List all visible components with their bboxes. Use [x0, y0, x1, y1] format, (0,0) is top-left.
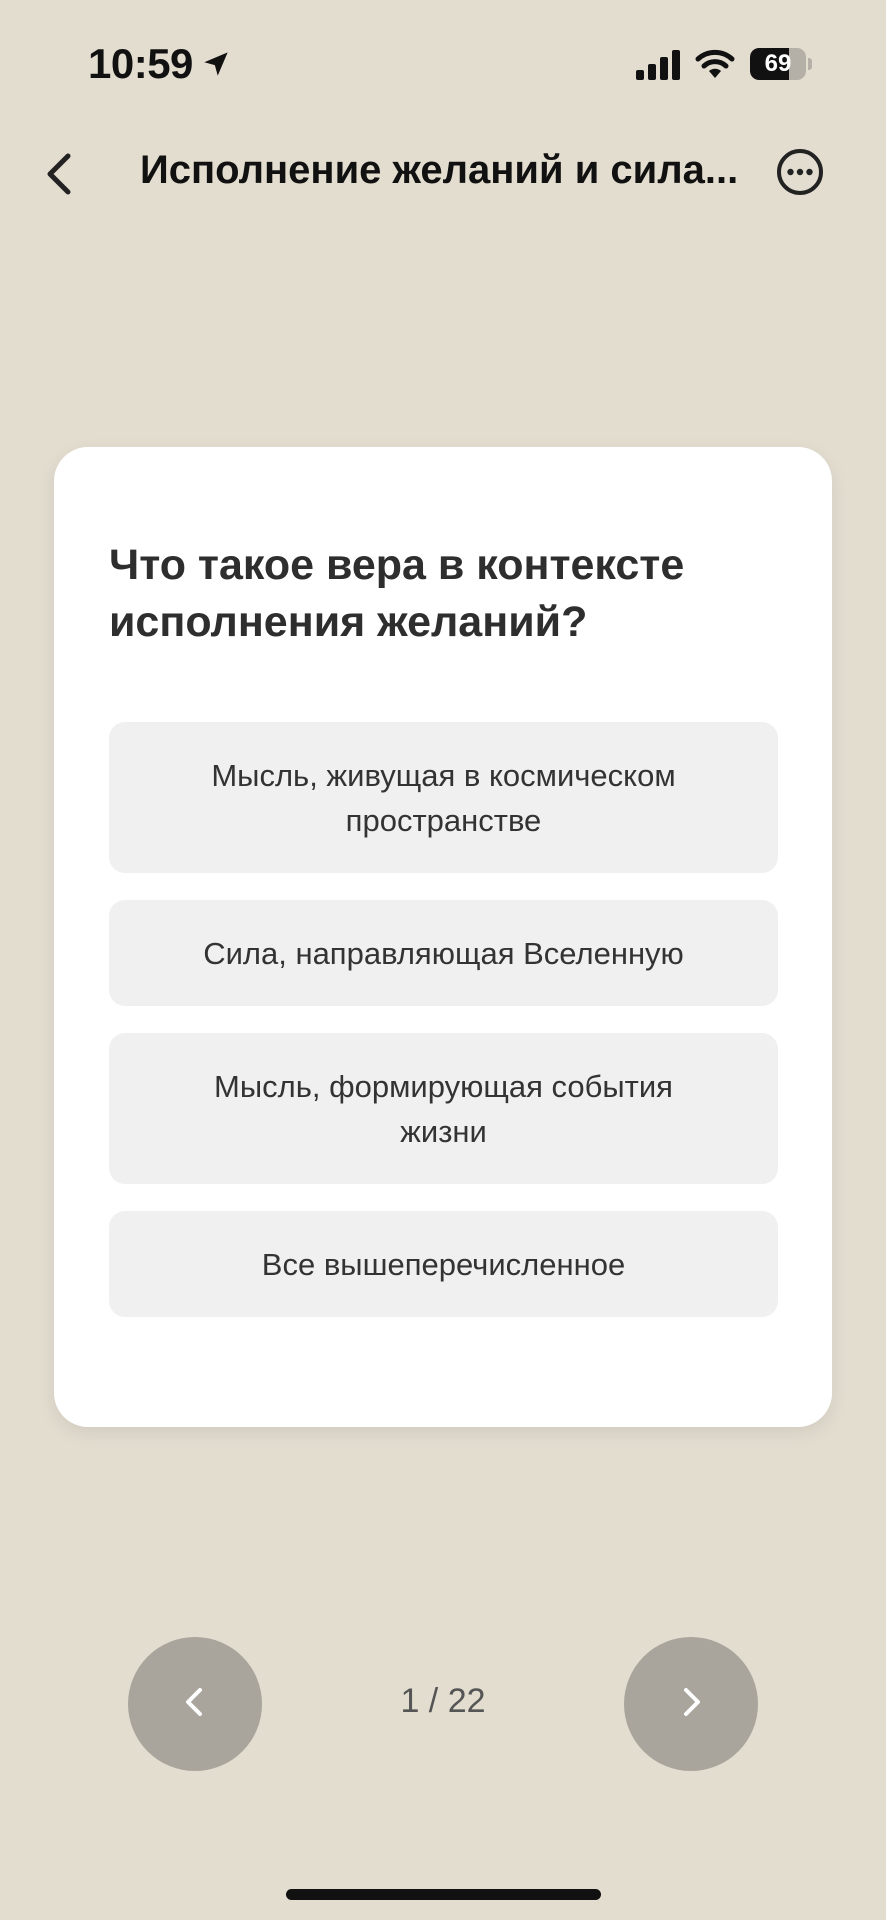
chevron-right-icon — [671, 1682, 711, 1727]
answer-label: Мысль, формирующая события жизни — [214, 1068, 673, 1149]
answer-label: Сила, направляющая Вселенную — [203, 935, 684, 971]
answer-label: Все вышеперечисленное — [261, 1246, 626, 1282]
wifi-icon — [694, 46, 736, 80]
back-button[interactable] — [34, 142, 82, 206]
answer-option-2[interactable]: Сила, направляющая Вселенную — [109, 900, 778, 1006]
quiz-card: Что такое вера в контексте исполнения же… — [54, 447, 832, 1427]
answer-label: Мысль, живущая в космическом пространств… — [211, 757, 676, 838]
answer-list: Мысль, живущая в космическом пространств… — [109, 722, 778, 1344]
battery-level: 69 — [764, 50, 792, 77]
previous-question-button[interactable] — [128, 1637, 262, 1771]
header-bar: Исполнение желаний и сила... — [0, 130, 886, 230]
page-title: Исполнение желаний и сила... — [140, 148, 739, 192]
answer-option-4[interactable]: Все вышеперечисленное — [109, 1211, 778, 1317]
more-options-button[interactable] — [776, 148, 824, 196]
cellular-signal-icon — [636, 50, 680, 80]
location-arrow-icon — [202, 50, 230, 78]
status-bar: 10:59 69 — [0, 0, 886, 130]
more-circle-icon — [776, 149, 824, 200]
answer-option-1[interactable]: Мысль, живущая в космическом пространств… — [109, 722, 778, 873]
chevron-left-icon — [175, 1682, 215, 1727]
question-counter: 1 / 22 — [400, 1682, 486, 1720]
chevron-left-icon — [34, 153, 82, 210]
question-text: Что такое вера в контексте исполнения же… — [109, 541, 685, 646]
answer-option-3[interactable]: Мысль, формирующая события жизни — [109, 1033, 778, 1184]
home-indicator — [286, 1889, 601, 1900]
next-question-button[interactable] — [624, 1637, 758, 1771]
battery-icon: 69 — [750, 48, 812, 80]
status-time: 10:59 — [88, 40, 193, 87]
